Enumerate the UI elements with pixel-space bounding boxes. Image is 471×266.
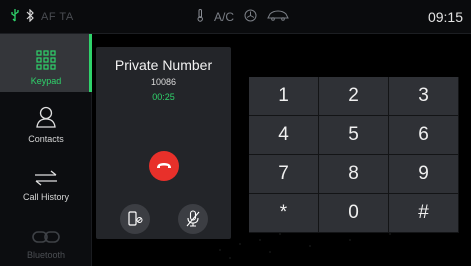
mute-button[interactable] [178,204,208,234]
sidebar-item-label: Contacts [28,134,64,144]
hang-up-button[interactable] [149,151,179,181]
sidebar-item-label: Call History [22,192,69,202]
sidebar-item-keypad[interactable]: Keypad [0,34,92,92]
af-ta-indicator: AF TA [41,11,74,23]
caller-number: 10086 [150,77,177,87]
sidebar-item-label: Keypad [30,76,62,86]
status-left-group: AF TA [10,8,74,25]
usb-icon [10,9,20,25]
bluetooth-icon [26,8,35,25]
key-5[interactable]: 5 [319,116,389,155]
dial-keypad: 1 2 3 4 5 6 7 8 9 * 0 # [249,77,459,233]
sidebar-item-label: Bluetooth [26,250,66,260]
car-icon [267,10,289,24]
bluetooth-link-icon [32,231,60,243]
key-2[interactable]: 2 [319,77,389,116]
caller-name: Private Number [114,57,213,73]
climate-status[interactable]: A/C [196,9,289,25]
key-star[interactable]: * [249,194,319,233]
keypad-icon [36,50,56,70]
clock: 09:15 [427,9,463,25]
thermometer-icon [196,9,204,25]
fan-icon [244,9,257,25]
status-bar: AF TA A/C 09:15 [0,0,471,34]
sidebar: Keypad Contacts Call History Bluetooth [0,34,92,266]
key-6[interactable]: 6 [389,116,459,155]
sidebar-item-contacts[interactable]: Contacts [0,92,92,150]
key-9[interactable]: 9 [389,155,459,194]
key-0[interactable]: 0 [319,194,389,233]
key-7[interactable]: 7 [249,155,319,194]
active-call-panel: Private Number 10086 00:25 [96,47,231,239]
phone-privacy-icon [128,211,143,226]
privacy-mode-button[interactable] [120,204,150,234]
key-1[interactable]: 1 [249,77,319,116]
mic-mute-icon [186,210,200,227]
call-duration: 00:25 [152,92,175,102]
key-4[interactable]: 4 [249,116,319,155]
ac-label: A/C [214,10,235,24]
key-hash[interactable]: # [389,194,459,233]
sidebar-item-bluetooth[interactable]: Bluetooth [0,208,92,266]
contact-person-icon [36,106,56,128]
hang-up-icon [157,163,171,168]
call-history-arrows-icon [35,170,57,186]
key-3[interactable]: 3 [389,77,459,116]
sidebar-item-call-history[interactable]: Call History [0,150,92,208]
key-8[interactable]: 8 [319,155,389,194]
